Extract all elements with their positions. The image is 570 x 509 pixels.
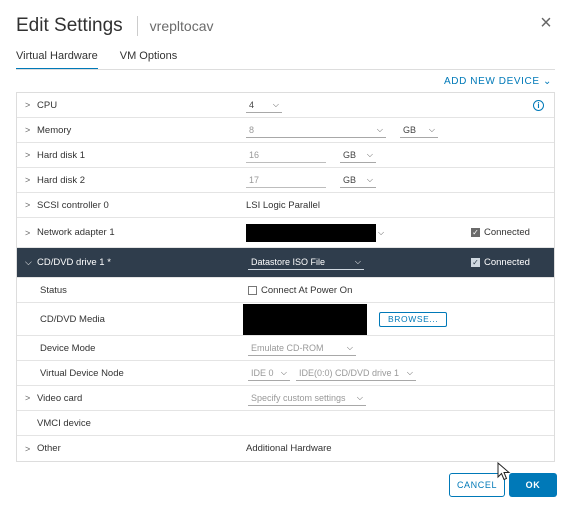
row-cddvd-media: CD/DVD Media BROWSE... (17, 303, 554, 336)
device-mode-label: Device Mode (40, 342, 96, 354)
row-scsi-controller[interactable]: > SCSI controller 0 LSI Logic Parallel (17, 193, 554, 218)
device-mode-select[interactable]: Emulate CD-ROM ⌵ (248, 341, 356, 356)
tab-bar: Virtual Hardware VM Options (16, 50, 199, 70)
row-status: Status Connect At Power On (17, 278, 554, 303)
chevron-right-icon[interactable]: > (25, 393, 37, 403)
info-icon[interactable]: i (533, 99, 544, 111)
row-video-card[interactable]: > Video card Specify custom settings ⌵ (17, 386, 554, 411)
chevron-down-icon: ⌵ (366, 149, 373, 159)
checkbox-checked-icon: ✓ (471, 228, 480, 237)
row-device-mode: Device Mode Emulate CD-ROM ⌵ (17, 336, 554, 361)
close-icon[interactable]: × (536, 13, 556, 34)
cpu-select[interactable]: 4 ⌵ (246, 98, 282, 113)
title-divider (136, 16, 138, 36)
redacted-network-name (246, 223, 376, 242)
other-label: Other (37, 443, 61, 454)
chevron-down-icon: ⌵ (354, 257, 361, 266)
video-card-label: Video card (37, 392, 83, 404)
row-cpu[interactable]: > CPU 4 ⌵ i (17, 93, 554, 118)
row-hard-disk-2[interactable]: > Hard disk 2 17 GB ⌵ (17, 168, 554, 193)
chevron-down-icon: ⌵ (272, 99, 279, 109)
dialog-title: Edit Settings (16, 15, 123, 36)
row-other[interactable]: > Other Additional Hardware (17, 436, 554, 461)
chevron-down-icon: ⌵ (428, 124, 435, 134)
hard-disk-1-size-input[interactable]: 16 (246, 148, 326, 163)
hard-disk-1-unit-select[interactable]: GB ⌵ (340, 148, 376, 163)
hardware-grid: > CPU 4 ⌵ i > Memory 8 ⌵ GB ⌵ > Hard disk 1 16… (16, 92, 555, 462)
memory-label: Memory (37, 124, 72, 136)
row-network-adapter[interactable]: > Network adapter 1 ⌵ ✓ Connected (17, 218, 554, 248)
vmci-label: VMCI device (37, 417, 91, 429)
hard-disk-2-size-input[interactable]: 17 (246, 173, 326, 188)
device-node-select[interactable]: IDE(0:0) CD/DVD drive 1 ⌵ (296, 366, 416, 381)
checkbox-unchecked-icon (248, 285, 257, 295)
network-adapter-label: Network adapter 1 (37, 227, 115, 238)
redacted-media-path (243, 303, 367, 335)
cddvd-type-select[interactable]: Datastore ISO File ⌵ (248, 255, 364, 270)
memory-input[interactable]: 8 ⌵ (246, 123, 386, 138)
edit-settings-dialog: Edit Settings vrepltocav × Virtual Hardw… (0, 0, 570, 509)
device-bus-select[interactable]: IDE 0 ⌵ (248, 366, 290, 381)
chevron-down-icon: ⌵ (406, 367, 413, 377)
scsi-value: LSI Logic Parallel (246, 199, 320, 211)
checkbox-checked-icon: ✓ (471, 258, 480, 267)
chevron-down-icon: ⌵ (280, 367, 287, 377)
row-memory[interactable]: > Memory 8 ⌵ GB ⌵ (17, 118, 554, 143)
connect-at-power-on-checkbox[interactable]: Connect At Power On (248, 285, 352, 296)
chevron-right-icon[interactable]: > (25, 100, 37, 110)
hard-disk-2-label: Hard disk 2 (37, 174, 86, 186)
tab-vm-options[interactable]: VM Options (120, 50, 177, 70)
chevron-right-icon[interactable]: > (25, 200, 37, 210)
ok-button[interactable]: OK (509, 473, 557, 497)
cddvd-connected-checkbox[interactable]: ✓ Connected (471, 257, 530, 268)
chevron-right-icon[interactable]: > (25, 175, 37, 185)
chevron-down-icon: ⌵ (376, 124, 383, 134)
hard-disk-2-unit-select[interactable]: GB ⌵ (340, 173, 376, 188)
tab-virtual-hardware[interactable]: Virtual Hardware (16, 50, 98, 70)
row-virtual-device-node: Virtual Device Node IDE 0 ⌵ IDE(0:0) CD/D… (17, 361, 554, 386)
chevron-down-icon: ⌵ (366, 174, 373, 184)
mouse-cursor-icon (497, 462, 511, 481)
chevron-down-icon: ⌵ (346, 342, 353, 352)
chevron-right-icon[interactable]: > (25, 228, 37, 238)
chevron-right-icon[interactable]: > (25, 125, 37, 135)
browse-button[interactable]: BROWSE... (379, 311, 448, 327)
other-value: Additional Hardware (246, 443, 332, 454)
row-hard-disk-1[interactable]: > Hard disk 1 16 GB ⌵ (17, 143, 554, 168)
chevron-down-icon: ⌵ (356, 392, 363, 402)
chevron-right-icon[interactable]: > (25, 150, 37, 160)
cddvd-media-label: CD/DVD Media (40, 313, 105, 325)
cpu-label: CPU (37, 99, 58, 111)
tabs-divider (16, 69, 555, 70)
chevron-right-icon[interactable]: > (25, 444, 37, 454)
row-vmci-device: VMCI device (17, 411, 554, 436)
memory-unit-select[interactable]: GB ⌵ (400, 123, 438, 138)
add-new-device-button[interactable]: ADD NEW DEVICE ⌄ (444, 76, 552, 87)
network-connected-checkbox[interactable]: ✓ Connected (471, 227, 530, 238)
scsi-label: SCSI controller 0 (37, 199, 109, 211)
vm-name: vrepltocav (149, 18, 214, 34)
row-cddvd-drive[interactable]: ⌵ CD/DVD drive 1 * Datastore ISO File ⌵ ✓ C… (17, 248, 554, 278)
virtual-device-node-label: Virtual Device Node (40, 367, 124, 379)
chevron-down-icon[interactable]: ⌵ (378, 228, 384, 238)
dialog-header: Edit Settings vrepltocav (16, 12, 213, 40)
status-label: Status (40, 284, 67, 296)
cddvd-label: CD/DVD drive 1 * (37, 257, 111, 268)
chevron-down-icon[interactable]: ⌵ (25, 257, 37, 268)
hard-disk-1-label: Hard disk 1 (37, 149, 86, 161)
video-card-select[interactable]: Specify custom settings ⌵ (248, 391, 366, 406)
